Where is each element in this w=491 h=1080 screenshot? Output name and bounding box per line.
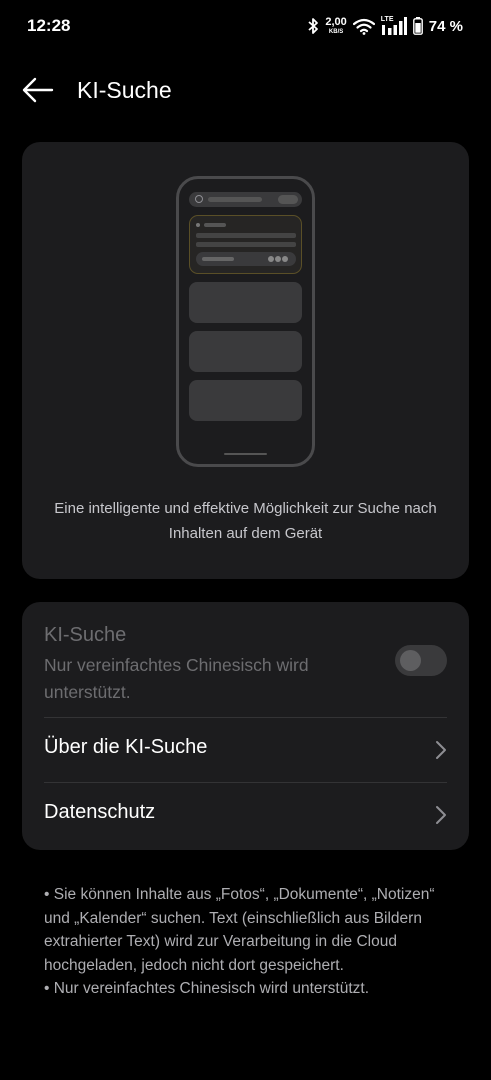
battery-icon <box>412 17 423 35</box>
battery-percent: 74 % <box>428 17 463 35</box>
back-arrow-icon[interactable] <box>22 76 54 104</box>
network-speed-unit: KB/S <box>328 29 344 35</box>
footer-note-sources: • Sie können Inhalte aus „Fotos“, „Dokum… <box>44 886 435 974</box>
network-speed: 2,00 KB/S <box>325 16 347 36</box>
toggle-knob <box>400 650 421 671</box>
network-speed-value: 2,00 <box>325 16 347 28</box>
chevron-right-icon <box>436 806 446 824</box>
illustration-description: Eine intelligente und effektive Möglichk… <box>54 500 437 542</box>
status-icons: 2,00 KB/S LTE 74 % <box>307 15 463 37</box>
illustration-search-bar <box>189 192 302 207</box>
illustration-home-indicator <box>224 453 267 455</box>
chevron-right-icon <box>436 741 446 759</box>
about-ki-search-row[interactable]: Über die KI-Suche <box>22 718 469 782</box>
footer-notes: • Sie können Inhalte aus „Fotos“, „Dokum… <box>44 883 454 1001</box>
ki-search-toggle[interactable] <box>395 645 447 676</box>
privacy-label: Datenschutz <box>44 801 156 823</box>
illustration-tile <box>189 331 302 372</box>
privacy-row[interactable]: Datenschutz <box>22 783 469 847</box>
illustration-tile <box>189 380 302 421</box>
search-icon <box>195 195 203 203</box>
illustration-result-card <box>189 215 302 274</box>
illustration-tile <box>189 282 302 323</box>
settings-card: KI-Suche Nur vereinfachtes Chinesisch wi… <box>22 602 469 850</box>
ki-search-title: KI-Suche <box>44 624 127 646</box>
phone-illustration <box>176 176 315 467</box>
wifi-icon <box>352 18 375 35</box>
bluetooth-icon <box>308 18 319 34</box>
status-bar: 12:28 2,00 KB/S LTE 74 % <box>0 0 491 52</box>
signal-icon: LTE <box>381 16 407 36</box>
about-ki-search-label: Über die KI-Suche <box>44 736 208 758</box>
footer-note-language: • Nur vereinfachtes Chinesisch wird unte… <box>44 980 370 997</box>
status-time: 12:28 <box>27 16 71 35</box>
page-title: KI-Suche <box>77 77 172 103</box>
ki-search-subtitle: Nur vereinfachtes Chinesisch wird unters… <box>44 655 309 702</box>
illustration-card: Eine intelligente und effektive Möglichk… <box>22 142 469 579</box>
